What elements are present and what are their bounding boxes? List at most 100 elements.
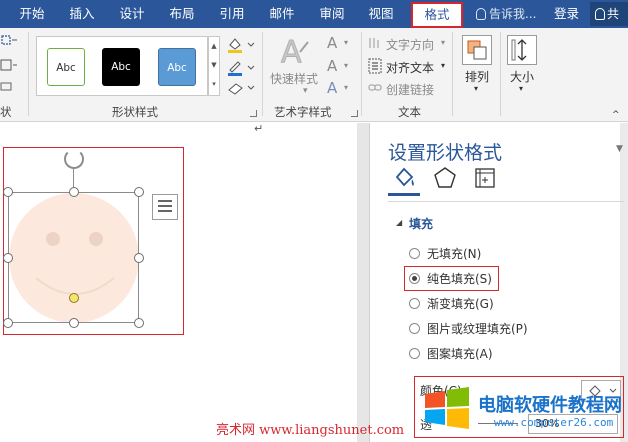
scroll-down-icon[interactable]: ▼ xyxy=(209,56,219,75)
resize-handle-bottom-left[interactable] xyxy=(3,318,13,328)
fill-line-tab[interactable] xyxy=(388,165,420,196)
tab-mailings[interactable]: 邮件 xyxy=(260,0,304,28)
arrange-dropdown-icon[interactable]: ▾ xyxy=(474,84,478,93)
layout-options-button[interactable] xyxy=(152,194,178,220)
align-text-icon[interactable] xyxy=(368,58,382,74)
adjustment-handle[interactable] xyxy=(69,293,79,303)
radio-gradient-fill[interactable]: 渐变填充(G) xyxy=(409,295,494,313)
rotate-handle-icon[interactable] xyxy=(64,149,84,169)
align-text-dropdown-icon[interactable]: ▾ xyxy=(441,61,445,70)
radio-button[interactable] xyxy=(409,323,420,334)
size-properties-icon xyxy=(475,168,495,188)
quick-styles-a-icon[interactable]: A xyxy=(278,34,312,68)
document-scrollbar[interactable] xyxy=(357,123,369,442)
insert-shapes-group-label: 状 xyxy=(0,105,12,119)
watermark-url: www.computer26.com xyxy=(494,416,614,429)
pane-menu-icon[interactable]: ▼ xyxy=(616,144,623,154)
radio-no-fill[interactable]: 无填充(N) xyxy=(409,245,481,263)
scroll-up-icon[interactable]: ▲ xyxy=(209,37,219,56)
paint-bucket-icon xyxy=(395,167,414,187)
share-label: 共 xyxy=(607,7,620,21)
shape-effects-icon[interactable] xyxy=(226,80,256,96)
ribbon-separator xyxy=(28,32,29,116)
ribbon-separator xyxy=(452,32,453,116)
tab-layout[interactable]: 布局 xyxy=(160,0,204,28)
tab-format[interactable]: 格式 xyxy=(411,2,463,28)
radio-pattern-fill[interactable]: 图案填充(A) xyxy=(409,345,493,363)
ribbon-separator xyxy=(262,32,263,116)
shape-style-gallery[interactable]: Abc Abc Abc xyxy=(36,36,208,96)
shape-fill-icon[interactable] xyxy=(226,35,256,53)
shape-styles-launcher-icon[interactable] xyxy=(250,110,257,117)
watermark-right: 电脑软硬件教程网 xyxy=(478,395,622,416)
share-button[interactable]: 共 xyxy=(590,2,628,26)
art-text-group-label: 艺术字样式 xyxy=(274,105,332,119)
shape-style-swatch-black[interactable]: Abc xyxy=(102,48,140,86)
radio-button[interactable] xyxy=(409,248,420,259)
text-direction-dropdown-icon[interactable]: ▾ xyxy=(441,38,445,47)
collapse-ribbon-icon[interactable]: ^ xyxy=(612,110,620,120)
section-collapse-icon[interactable]: ◢ xyxy=(396,218,402,227)
rotate-handle-line xyxy=(73,169,74,189)
radio-label: 图案填充(A) xyxy=(427,347,493,361)
tab-design[interactable]: 设计 xyxy=(110,0,154,28)
tab-review[interactable]: 审阅 xyxy=(310,0,354,28)
text-outline-icon[interactable]: A xyxy=(327,57,337,75)
resize-handle-top-right[interactable] xyxy=(134,187,144,197)
create-link-icon[interactable] xyxy=(368,82,382,94)
shape-style-swatch-blue[interactable]: Abc xyxy=(158,48,196,86)
text-box-icon[interactable] xyxy=(0,58,20,74)
shape-style-swatch-white[interactable]: Abc xyxy=(47,48,85,86)
resize-handle-bottom[interactable] xyxy=(69,318,79,328)
art-text-launcher-icon[interactable] xyxy=(351,110,358,117)
quick-styles-label[interactable]: 快速样式 xyxy=(270,70,318,87)
ribbon-separator xyxy=(361,32,362,116)
tab-references[interactable]: 引用 xyxy=(210,0,254,28)
radio-picture-fill[interactable]: 图片或纹理填充(P) xyxy=(409,320,528,338)
gallery-more-icon[interactable]: ▾ xyxy=(209,75,219,94)
shape-styles-group-label: 形状样式 xyxy=(112,105,158,119)
resize-handle-top[interactable] xyxy=(69,187,79,197)
fill-section-header[interactable]: 填充 xyxy=(409,215,433,232)
size-label[interactable]: 大小 xyxy=(510,68,534,85)
quick-styles-dropdown-icon[interactable]: ▾ xyxy=(303,86,308,96)
size-dropdown-icon[interactable]: ▾ xyxy=(519,84,523,93)
create-link-label[interactable]: 创建链接 xyxy=(386,81,434,98)
tell-me-box[interactable]: 告诉我... xyxy=(476,0,536,28)
text-direction-icon[interactable] xyxy=(368,36,382,50)
gallery-scroll[interactable]: ▲ ▼ ▾ xyxy=(208,36,220,96)
tell-me-text: 告诉我... xyxy=(489,7,537,21)
effects-tab[interactable] xyxy=(432,165,458,194)
size-properties-tab[interactable] xyxy=(472,165,498,194)
radio-label: 图片或纹理填充(P) xyxy=(427,322,528,336)
edit-shape-icon[interactable] xyxy=(0,34,20,50)
person-icon xyxy=(595,8,605,20)
arrange-button[interactable] xyxy=(462,35,492,65)
resize-handle-top-left[interactable] xyxy=(3,187,13,197)
text-fill-icon[interactable]: A xyxy=(327,34,337,52)
resize-handle-bottom-right[interactable] xyxy=(134,318,144,328)
text-direction-label[interactable]: 文字方向 xyxy=(386,36,434,53)
arrange-label[interactable]: 排列 xyxy=(465,68,489,85)
radio-button[interactable] xyxy=(409,298,420,309)
size-button[interactable] xyxy=(507,35,537,65)
tab-home[interactable]: 开始 xyxy=(10,0,54,28)
radio-label: 渐变填充(G) xyxy=(427,297,494,311)
tab-view[interactable]: 视图 xyxy=(359,0,403,28)
resize-handle-right[interactable] xyxy=(134,253,144,263)
text-fill-dropdown-icon[interactable]: ▾ xyxy=(344,38,348,47)
text-outline-dropdown-icon[interactable]: ▾ xyxy=(344,61,348,70)
radio-button[interactable] xyxy=(409,348,420,359)
align-text-label[interactable]: 对齐文本 xyxy=(386,59,434,76)
pane-divider xyxy=(388,201,624,202)
tab-insert[interactable]: 插入 xyxy=(60,0,104,28)
format-icon[interactable] xyxy=(0,82,14,92)
paragraph-mark-icon: ↵ xyxy=(254,122,264,135)
login-link[interactable]: 登录 xyxy=(554,0,579,28)
resize-handle-left[interactable] xyxy=(3,253,13,263)
windows-logo-icon xyxy=(425,387,469,429)
layout-options-icon xyxy=(158,200,172,202)
shape-outline-icon[interactable] xyxy=(226,58,256,76)
text-effects-dropdown-icon[interactable]: ▾ xyxy=(344,83,348,92)
text-effects-icon[interactable]: A xyxy=(327,79,337,97)
